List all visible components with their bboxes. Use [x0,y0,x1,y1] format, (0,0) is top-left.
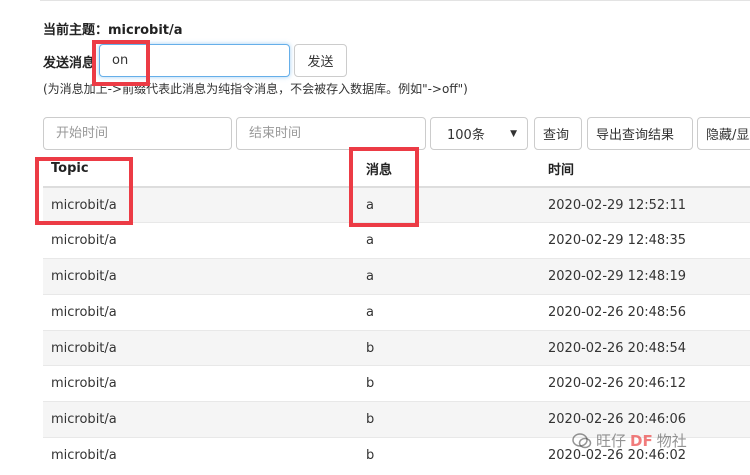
cell-topic: microbit/a [43,222,357,259]
cell-message: b [357,401,541,438]
table-row[interactable]: microbit/a b 2020-02-26 20:46:12 [43,365,750,402]
column-header-time[interactable]: 时间 [541,150,750,188]
cell-message: b [357,365,541,402]
table-row[interactable]: microbit/a a 2020-02-29 12:48:19 [43,258,750,295]
caret-down-icon: ▼ [510,128,517,139]
cell-time: 2020-02-26 20:46:12 [541,365,750,402]
cell-topic: microbit/a [43,293,357,331]
end-time-input[interactable] [236,117,426,150]
toggle-visibility-button[interactable]: 隐藏/显示 [697,117,750,150]
highlight-box-message-input [92,40,150,86]
highlight-box-topic-column [35,157,133,225]
current-topic-label: 当前主题：microbit/a [43,23,183,38]
table-row[interactable]: microbit/a a 2020-02-26 20:48:56 [43,293,750,331]
top-divider [40,0,750,1]
cell-topic: microbit/a [43,329,357,366]
highlight-box-message-column [349,147,419,227]
cell-topic: microbit/a [43,365,357,402]
cell-message: a [357,258,541,295]
query-button[interactable]: 查询 [534,117,582,150]
watermark: 旺仔 DF 物社 [572,430,687,451]
table-row[interactable]: microbit/a a 2020-02-29 12:48:35 [43,222,750,259]
send-message-label: 发送消息 [43,56,96,71]
count-select-value: 100条 [447,128,485,143]
cell-message: b [357,329,541,366]
cell-topic: microbit/a [43,401,357,438]
send-button[interactable]: 发送 [294,44,347,77]
cell-topic: microbit/a [43,437,357,474]
cell-message: a [357,293,541,331]
start-time-input[interactable] [43,117,232,150]
cell-time: 2020-02-29 12:48:19 [541,258,750,295]
watermark-text-start: 旺仔 [596,432,627,450]
table-row[interactable]: microbit/a b 2020-02-26 20:48:54 [43,329,750,366]
watermark-df: DF [630,431,653,450]
export-results-button[interactable]: 导出查询结果 [587,117,693,150]
watermark-text-end: 物社 [656,432,687,450]
cell-time: 2020-02-29 12:48:35 [541,222,750,259]
cell-topic: microbit/a [43,258,357,295]
cell-time: 2020-02-26 20:48:54 [541,329,750,366]
count-select[interactable]: 100条 ▼ [430,117,528,150]
cell-time: 2020-02-26 20:48:56 [541,293,750,331]
wechat-icon [572,432,592,448]
cell-message: b [357,437,541,474]
cell-time: 2020-02-29 12:52:11 [541,186,750,223]
cell-message: a [357,222,541,259]
